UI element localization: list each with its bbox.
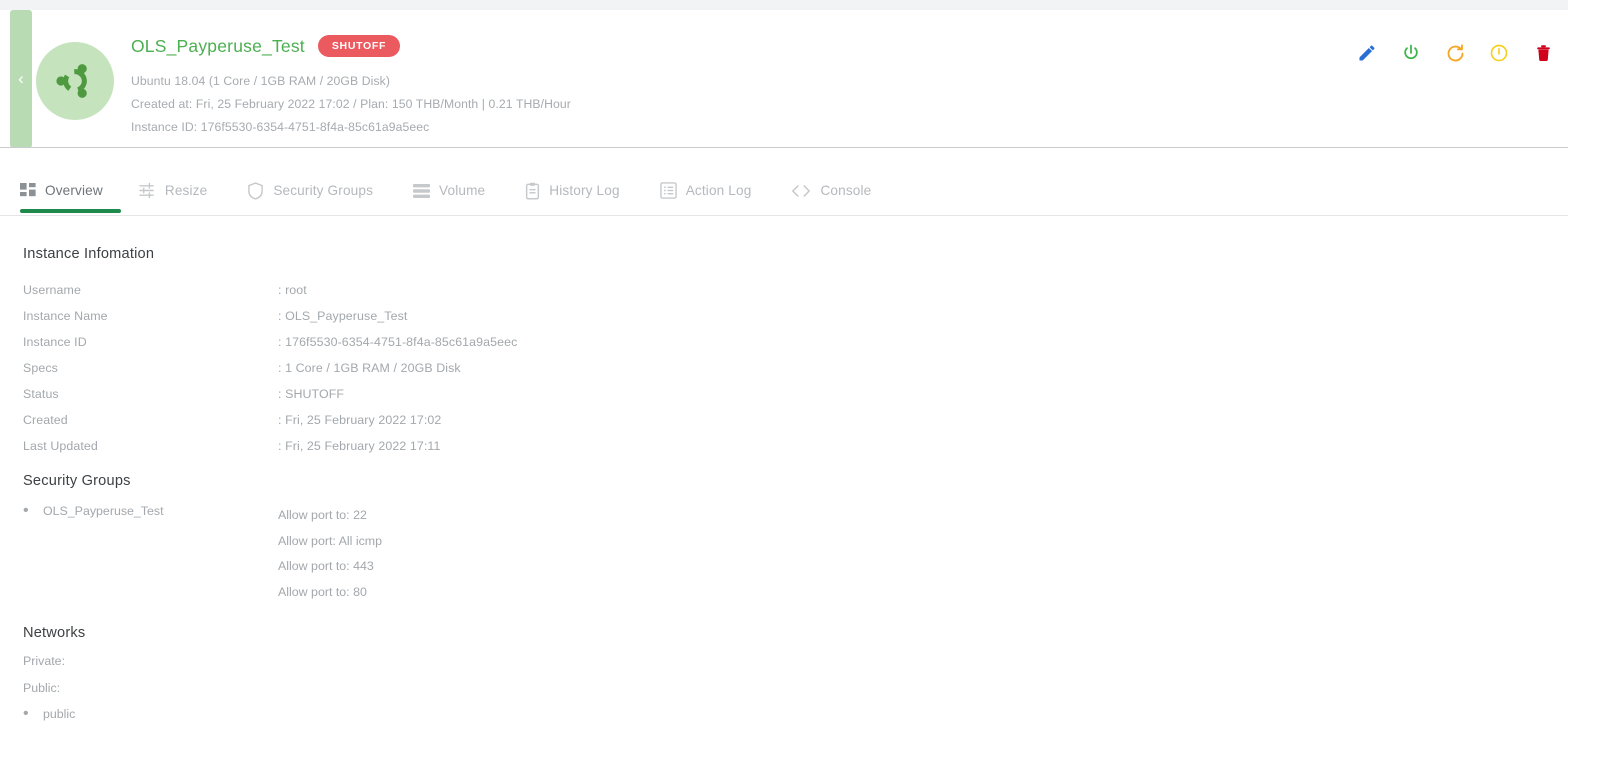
row-key: Created xyxy=(23,413,68,427)
power-circle-icon xyxy=(1490,44,1508,62)
tab-resize-label: Resize xyxy=(164,183,208,198)
table-row: Instance ID : 176f5530-6354-4751-8f4a-85… xyxy=(23,329,517,355)
table-row: Status : SHUTOFF xyxy=(23,381,517,407)
table-row: Created : Fri, 25 February 2022 17:02 xyxy=(23,407,517,433)
list-icon xyxy=(659,182,677,199)
table-row: Specs : 1 Core / 1GB RAM / 20GB Disk xyxy=(23,355,517,381)
overview-panel: Instance Infomation Username : root Inst… xyxy=(0,216,1568,768)
tab-history-log[interactable]: History Log xyxy=(525,166,639,215)
edit-button[interactable] xyxy=(1356,42,1378,64)
row-key: Instance Name xyxy=(23,309,108,323)
top-strip xyxy=(0,0,1600,10)
security-group-name-col: • OLS_Payperuse_Test xyxy=(23,503,278,605)
security-groups-section: Security Groups • OLS_Payperuse_Test All… xyxy=(23,473,382,605)
ubuntu-icon xyxy=(56,64,87,98)
pencil-icon xyxy=(1359,45,1375,61)
tab-security-groups[interactable]: Security Groups xyxy=(247,166,393,215)
right-rail xyxy=(1568,0,1600,768)
instance-created-plan-line: Created at: Fri, 25 February 2022 17:02 … xyxy=(131,97,571,111)
tab-overview[interactable]: Overview xyxy=(20,166,121,215)
reboot-button[interactable] xyxy=(1444,42,1466,64)
delete-button[interactable] xyxy=(1532,42,1554,64)
networks-section: Networks Private: Public: • public xyxy=(23,625,86,722)
tab-action-log[interactable]: Action Log xyxy=(659,166,772,215)
refresh-icon xyxy=(1447,43,1463,61)
table-row: Username : root xyxy=(23,277,517,303)
stack-icon xyxy=(413,183,431,199)
list-item: Allow port to: 22 xyxy=(278,508,367,522)
sliders-icon xyxy=(139,182,156,199)
list-item: Allow port to: 80 xyxy=(278,584,367,599)
tab-console-label: Console xyxy=(820,183,872,198)
tab-volume-label: Volume xyxy=(439,183,486,198)
chevron-left-icon: ‹ xyxy=(18,68,24,88)
row-key: Username xyxy=(23,283,81,297)
collapse-sidebar-button[interactable]: ‹ xyxy=(10,10,32,148)
tab-overview-label: Overview xyxy=(45,183,103,198)
grid-icon xyxy=(20,182,36,199)
bullet-icon: • xyxy=(23,502,29,519)
instance-information-title: Instance Infomation xyxy=(23,246,155,262)
security-groups-title: Security Groups xyxy=(23,473,131,489)
trash-icon xyxy=(1536,44,1550,61)
tab-security-groups-label: Security Groups xyxy=(273,183,374,198)
avatar xyxy=(36,42,114,120)
row-value: : Fri, 25 February 2022 17:11 xyxy=(278,439,441,453)
tab-history-log-label: History Log xyxy=(549,183,620,198)
tab-volume[interactable]: Volume xyxy=(413,166,505,215)
row-key: Status xyxy=(23,387,59,401)
row-key: Last Updated xyxy=(23,439,98,453)
row-value: : root xyxy=(278,283,307,297)
tab-resize[interactable]: Resize xyxy=(139,166,227,215)
power-button[interactable] xyxy=(1400,42,1422,64)
security-group-item: • OLS_Payperuse_Test Allow port to: 22 A… xyxy=(23,503,382,605)
list-item: Allow port to: 443 xyxy=(278,559,374,573)
security-group-rules: Allow port to: 22 Allow port: All icmp A… xyxy=(278,503,382,605)
status-badge: SHUTOFF xyxy=(317,35,401,57)
instance-header-info: OLS_Payperuse_Test SHUTOFF Ubuntu 18.04 … xyxy=(131,32,571,134)
clipboard-icon xyxy=(525,182,540,200)
tab-action-log-label: Action Log xyxy=(685,183,752,198)
network-public-label: Public: xyxy=(23,681,61,695)
row-value: : 176f5530-6354-4751-8f4a-85c61a9a5eec xyxy=(278,335,518,349)
row-value: : SHUTOFF xyxy=(278,387,345,401)
instance-action-bar xyxy=(1356,42,1554,64)
code-icon xyxy=(791,183,811,199)
table-row: Instance Name : OLS_Payperuse_Test xyxy=(23,303,517,329)
network-private-label: Private: xyxy=(23,654,66,668)
instance-detail-page: ‹ OLS_Payperuse_Test SHUTOFF Ubuntu 18.0… xyxy=(0,0,1600,768)
shield-icon xyxy=(247,181,264,200)
power-icon xyxy=(1404,44,1418,60)
shutdown-button[interactable] xyxy=(1488,42,1510,64)
bullet-icon: • xyxy=(23,705,29,722)
page-title: OLS_Payperuse_Test xyxy=(131,35,305,56)
instance-information-section: Instance Infomation Username : root Inst… xyxy=(23,246,517,459)
row-value: : OLS_Payperuse_Test xyxy=(278,309,408,323)
list-item: • public xyxy=(23,705,85,722)
table-row: Last Updated : Fri, 25 February 2022 17:… xyxy=(23,433,517,459)
title-row: OLS_Payperuse_Test SHUTOFF xyxy=(131,32,571,60)
instance-header-card: ‹ OLS_Payperuse_Test SHUTOFF Ubuntu 18.0… xyxy=(0,10,1568,148)
instance-os-line: Ubuntu 18.04 (1 Core / 1GB RAM / 20GB Di… xyxy=(131,74,390,88)
list-item: Allow port: All icmp xyxy=(278,533,382,548)
row-value: : Fri, 25 February 2022 17:02 xyxy=(278,413,442,427)
row-value: : 1 Core / 1GB RAM / 20GB Disk xyxy=(278,361,461,375)
row-key: Instance ID xyxy=(23,335,87,349)
tab-bar: Overview Resize Security Groups Volume H… xyxy=(0,166,1600,216)
instance-information-table: Username : root Instance Name : OLS_Payp… xyxy=(23,277,517,459)
network-public-item: public xyxy=(43,707,76,721)
networks-title: Networks xyxy=(23,625,86,641)
security-group-name: OLS_Payperuse_Test xyxy=(43,504,164,518)
tab-console[interactable]: Console xyxy=(791,166,891,215)
row-key: Specs xyxy=(23,361,58,375)
instance-id-line: Instance ID: 176f5530-6354-4751-8f4a-85c… xyxy=(131,120,430,134)
